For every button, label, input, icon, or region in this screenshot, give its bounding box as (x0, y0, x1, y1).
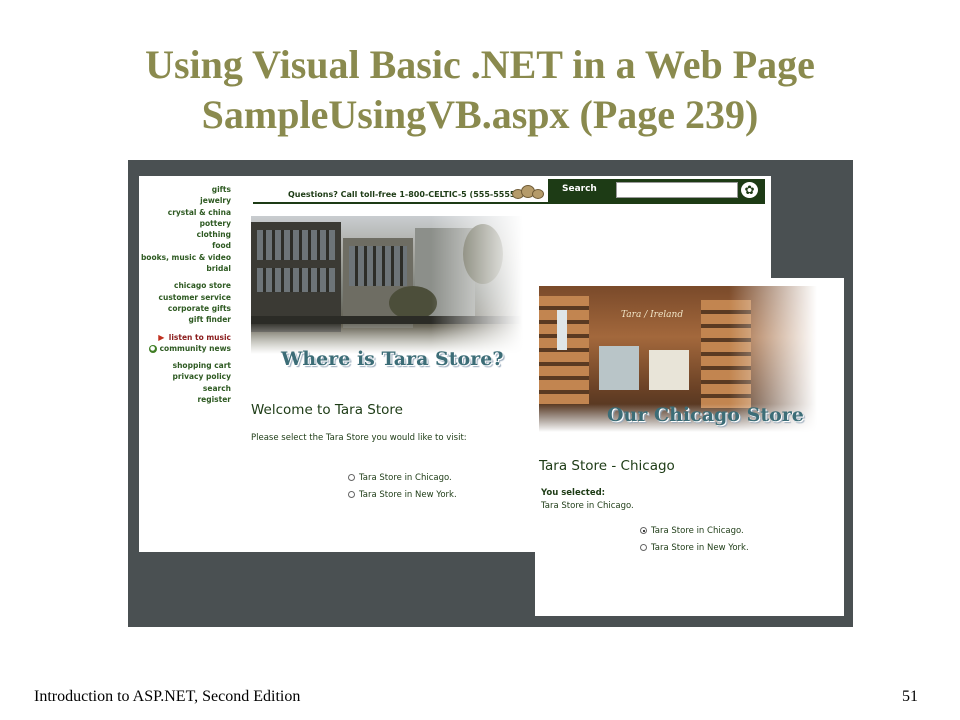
nav-item-food[interactable]: food (139, 240, 231, 251)
radio-option-chicago[interactable]: Tara Store in Chicago. (640, 524, 749, 537)
radio-option-new-york[interactable]: Tara Store in New York. (640, 541, 749, 554)
slide-title-line2: SampleUsingVB.aspx (Page 239) (201, 92, 759, 137)
nav-categories: gifts jewelry crystal & china pottery cl… (139, 184, 231, 274)
radio-label: Tara Store in Chicago. (359, 472, 452, 483)
our-chicago-store-banner: Our Chicago Store (607, 404, 804, 426)
search-bar: Search ✿ (548, 179, 765, 202)
nav-item-register[interactable]: register (139, 394, 231, 405)
radio-label: Tara Store in New York. (359, 489, 457, 500)
nav-item-clothing[interactable]: clothing (139, 229, 231, 240)
nav-item-label: community news (159, 343, 231, 353)
chicago-result-window: Tara / Ireland Our Chicago Store Tara St… (535, 278, 844, 616)
speaker-icon: ▶ (158, 332, 165, 342)
welcome-heading: Welcome to Tara Store (251, 402, 403, 418)
nav-item-corporate-gifts[interactable]: corporate gifts (139, 303, 231, 314)
nav-item-gift-finder[interactable]: gift finder (139, 314, 231, 325)
store-street-photo (251, 216, 523, 354)
radio-option-chicago[interactable]: Tara Store in Chicago. (348, 471, 457, 484)
community-icon: ● (148, 344, 157, 353)
select-store-prompt: Please select the Tara Store you would l… (251, 433, 467, 443)
shamrock-go-icon: ✿ (744, 183, 755, 197)
nav-item-listen-to-music[interactable]: ▶ listen to music (139, 332, 231, 343)
screenshot-backdrop: gifts jewelry crystal & china pottery cl… (128, 160, 853, 627)
questions-phone-text: Questions? Call toll-free 1-800-CELTIC-5… (288, 190, 520, 199)
search-go-button[interactable]: ✿ (741, 182, 758, 198)
nav-item-community-news[interactable]: ● community news (139, 343, 231, 354)
radio-option-new-york[interactable]: Tara Store in New York. (348, 488, 457, 501)
nav-item-customer-service[interactable]: customer service (139, 292, 231, 303)
slide-title-line1: Using Visual Basic .NET in a Web Page (145, 42, 815, 87)
chicago-page-title: Tara Store - Chicago (539, 458, 675, 474)
nav-item-crystal-china[interactable]: crystal & china (139, 207, 231, 218)
nav-item-search[interactable]: search (139, 383, 231, 394)
radio-button[interactable] (640, 544, 647, 551)
you-selected-value: Tara Store in Chicago. (541, 501, 634, 511)
footer-book-title: Introduction to ASP.NET, Second Edition (34, 688, 301, 705)
radio-label: Tara Store in New York. (651, 542, 749, 553)
nav-item-jewelry[interactable]: jewelry (139, 195, 231, 206)
top-bar: Questions? Call toll-free 1-800-CELTIC-5… (253, 179, 765, 204)
radio-label: Tara Store in Chicago. (651, 525, 744, 536)
search-input[interactable] (616, 182, 738, 198)
top-bar-divider (253, 202, 765, 204)
celtic-stones-icon (508, 181, 544, 201)
radio-button[interactable] (348, 491, 355, 498)
nav-item-pottery[interactable]: pottery (139, 218, 231, 229)
nav-item-privacy-policy[interactable]: privacy policy (139, 371, 231, 382)
you-selected-label: You selected: (541, 488, 606, 498)
nav-item-gifts[interactable]: gifts (139, 184, 231, 195)
nav-item-shopping-cart[interactable]: shopping cart (139, 360, 231, 371)
radio-button-selected[interactable] (640, 527, 647, 534)
nav-item-bridal[interactable]: bridal (139, 263, 231, 274)
radio-button[interactable] (348, 474, 355, 481)
store-radio-group: Tara Store in Chicago. Tara Store in New… (348, 471, 457, 505)
sidebar-nav: gifts jewelry crystal & china pottery cl… (139, 184, 231, 405)
footer-page-number: 51 (902, 688, 918, 705)
nav-item-books-music-video[interactable]: books, music & video (139, 252, 231, 263)
nav-item-label: listen to music (168, 332, 231, 342)
nav-item-chicago-store[interactable]: chicago store (139, 280, 231, 291)
tara-ireland-sign: Tara / Ireland (621, 310, 684, 320)
search-label: Search (562, 184, 597, 194)
where-is-tara-store-banner: Where is Tara Store? (281, 348, 504, 370)
slide-title: Using Visual Basic .NET in a Web Page Sa… (0, 40, 960, 140)
result-radio-group: Tara Store in Chicago. Tara Store in New… (640, 524, 749, 558)
